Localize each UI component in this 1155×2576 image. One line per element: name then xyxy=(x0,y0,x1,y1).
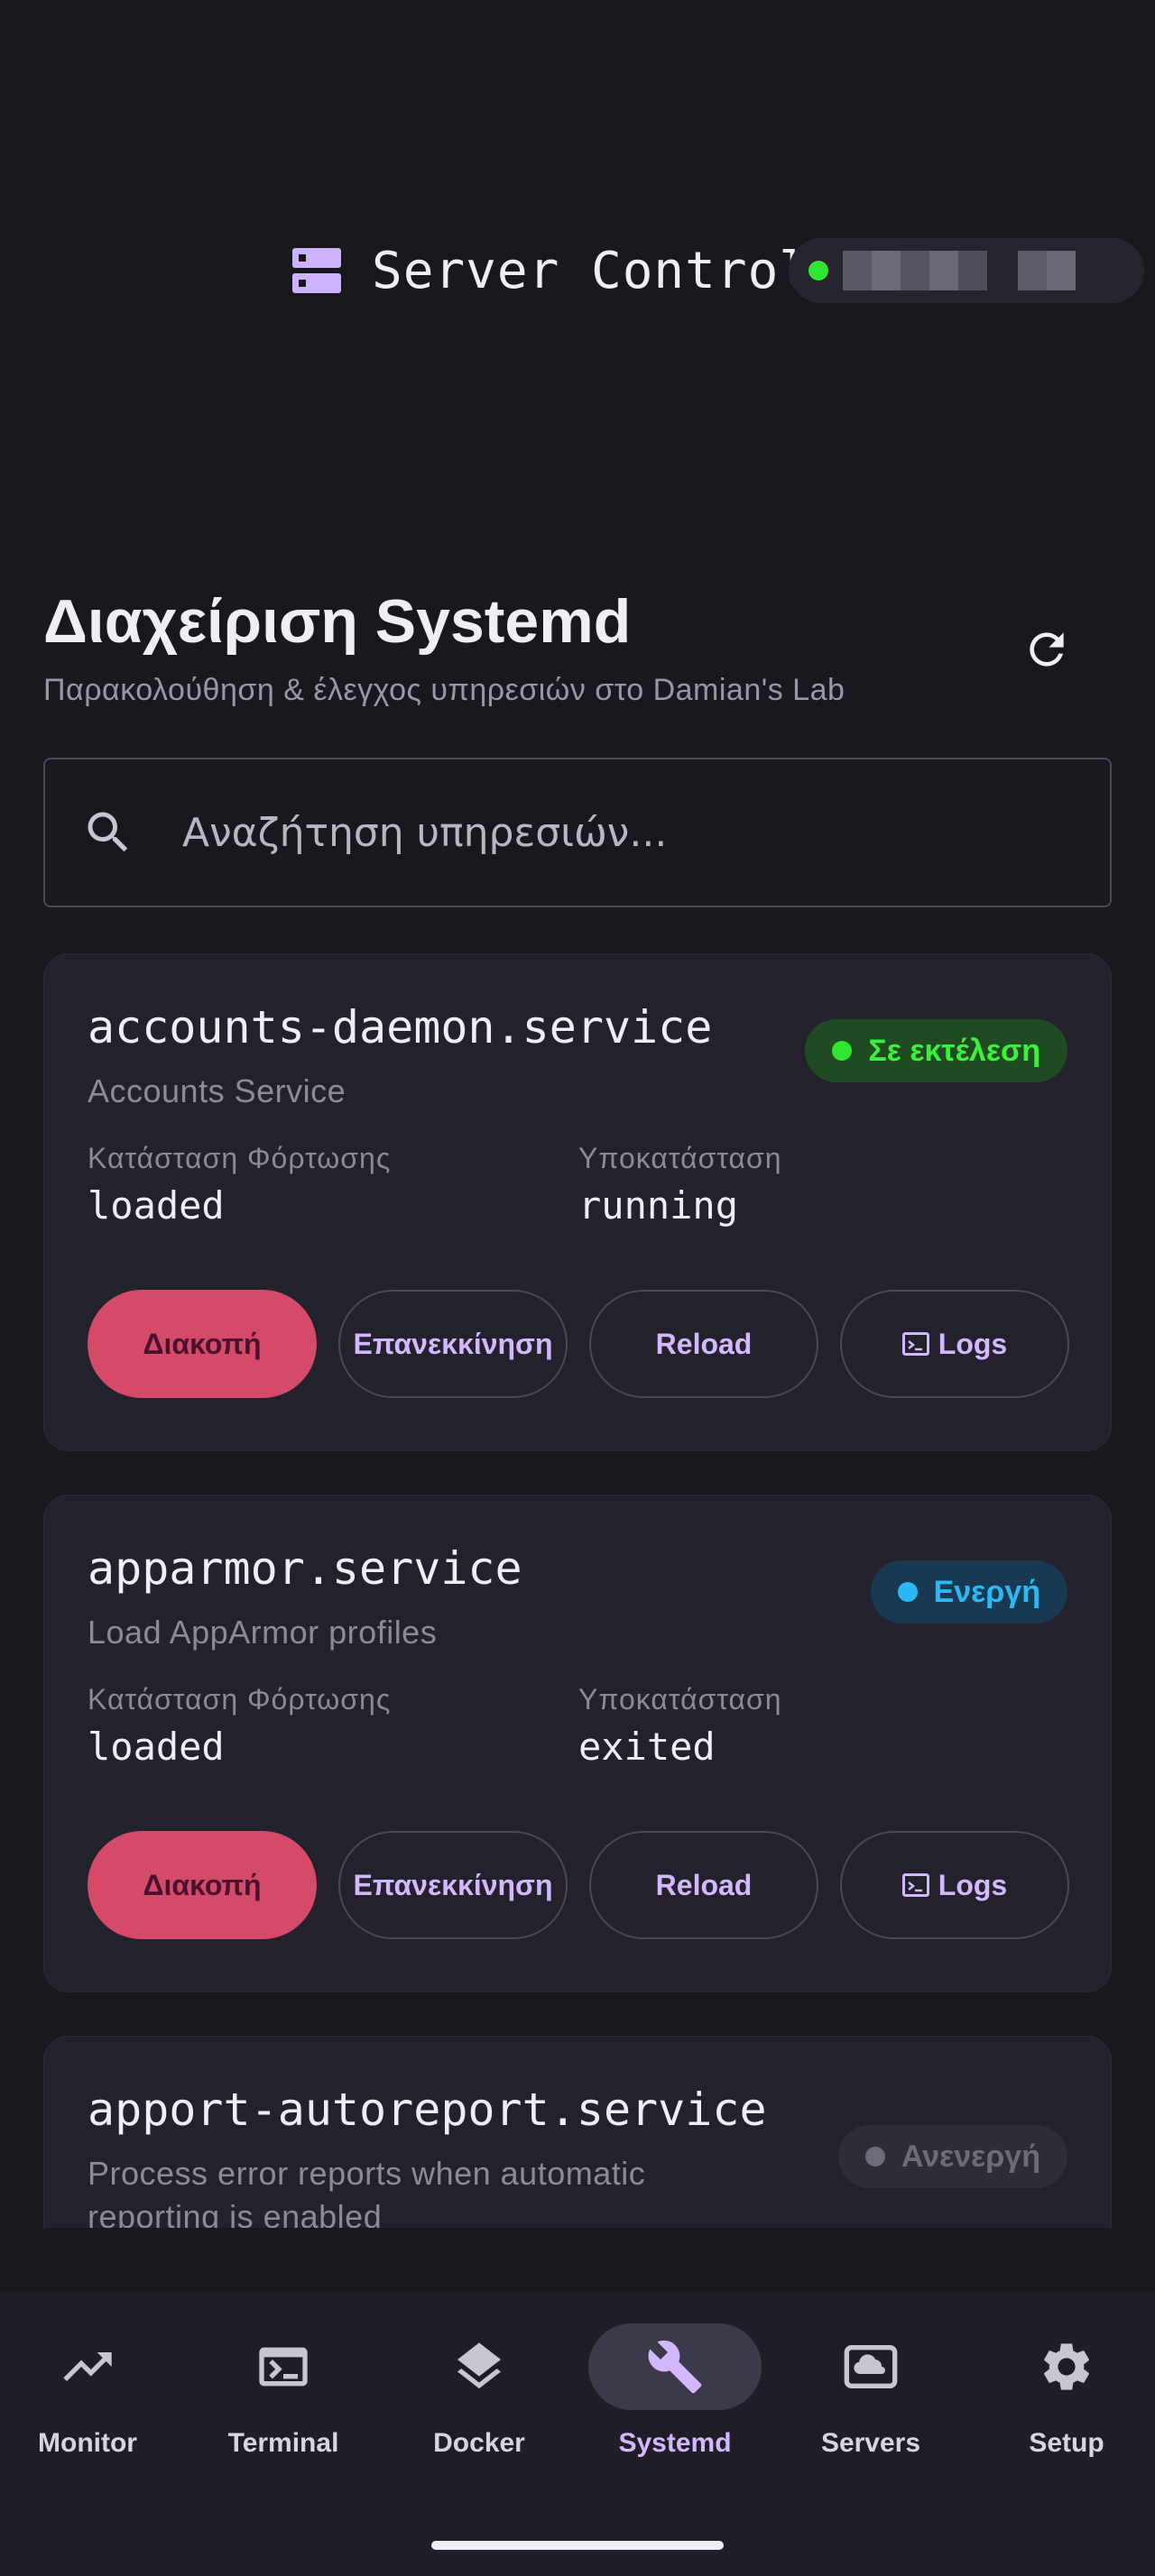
nav-item-servers[interactable]: Servers xyxy=(781,2323,961,2504)
search-icon xyxy=(88,812,128,852)
nav-pill-active xyxy=(588,2323,762,2410)
stop-button[interactable]: Διακοπή xyxy=(88,1290,317,1398)
status-badge: Ανενεργή xyxy=(837,2125,1067,2188)
restart-button[interactable]: Επανεκκίνηση xyxy=(338,1290,568,1398)
status-badge: Ενεργή xyxy=(870,1560,1067,1624)
search-input[interactable] xyxy=(182,809,994,856)
server-connection-selector[interactable] xyxy=(789,238,1144,303)
nav-pill xyxy=(197,2323,370,2410)
nav-label: Servers xyxy=(820,2428,921,2458)
status-label: Σε εκτέλεση xyxy=(868,1033,1040,1068)
status-dot xyxy=(832,1041,853,1061)
service-card: apparmor.service Load AppArmor profiles … xyxy=(43,1495,1112,1992)
logs-button[interactable]: Logs xyxy=(840,1831,1069,1939)
service-name: accounts-daemon.service xyxy=(88,1001,713,1053)
nav-item-terminal[interactable]: Terminal xyxy=(193,2323,374,2504)
page-subtitle: Παρακολούθηση & έλεγχος υπηρεσιών στο Da… xyxy=(43,673,845,707)
service-name: apparmor.service xyxy=(88,1542,522,1595)
service-description: Load AppArmor profiles xyxy=(88,1614,438,1651)
nav-label: Terminal xyxy=(227,2428,339,2458)
nav-pill xyxy=(980,2323,1153,2410)
sub-state-label: Υποκατάσταση xyxy=(578,1142,782,1174)
service-card: apport-autoreport.service Process error … xyxy=(43,2036,1112,2228)
page-title: Διαχείριση Systemd xyxy=(43,587,632,656)
service-description: Accounts Service xyxy=(88,1072,346,1109)
nav-item-monitor[interactable]: Monitor xyxy=(0,2323,178,2504)
load-state-label: Κατάσταση Φόρτωσης xyxy=(88,1683,392,1716)
home-indicator[interactable] xyxy=(431,2541,724,2550)
service-description: Process error reports when automatic rep… xyxy=(88,2155,646,2228)
refresh-button[interactable] xyxy=(1011,613,1083,685)
reload-button[interactable]: Reload xyxy=(589,1831,818,1939)
terminal-icon xyxy=(259,2347,308,2387)
nav-pill xyxy=(1,2323,174,2410)
redacted-server-address xyxy=(843,251,1076,290)
nav-label: Systemd xyxy=(618,2428,732,2458)
nav-pill xyxy=(784,2323,957,2410)
service-name: apport-autoreport.service xyxy=(88,2084,767,2136)
sub-state-value: exited xyxy=(578,1725,716,1769)
app-title: Server Control xyxy=(372,241,811,300)
service-card: accounts-daemon.service Accounts Service… xyxy=(43,953,1112,1451)
status-label: Ενεργή xyxy=(933,1574,1040,1609)
nav-label: Setup xyxy=(1029,2428,1104,2458)
gear-icon xyxy=(1044,2343,1089,2390)
logs-button-label: Logs xyxy=(938,1868,1008,1901)
bottom-navigation: Monitor Terminal Docker Systemd Servers xyxy=(0,2291,1155,2576)
cloud-server-icon xyxy=(844,2345,898,2388)
nav-item-docker[interactable]: Docker xyxy=(389,2323,569,2504)
sub-state-value: running xyxy=(578,1183,739,1228)
wrench-icon xyxy=(648,2340,702,2394)
app-brand: Server Control xyxy=(291,236,810,305)
load-state-label: Κατάσταση Φόρτωσης xyxy=(88,1142,392,1174)
service-actions: Διακοπή Επανεκκίνηση Reload Logs xyxy=(88,1831,1069,1939)
connection-status-dot xyxy=(808,261,828,281)
stop-button[interactable]: Διακοπή xyxy=(88,1831,317,1939)
service-list[interactable]: accounts-daemon.service Accounts Service… xyxy=(0,947,1155,2228)
nav-item-systemd[interactable]: Systemd xyxy=(585,2323,765,2504)
load-state-value: loaded xyxy=(88,1183,225,1228)
status-label: Ανενεργή xyxy=(901,2139,1040,2174)
nav-label: Docker xyxy=(433,2428,525,2458)
trending-up-icon xyxy=(63,2352,112,2381)
terminal-window-icon xyxy=(901,1873,929,1897)
service-actions: Διακοπή Επανεκκίνηση Reload Logs xyxy=(88,1290,1069,1398)
nav-item-setup[interactable]: Setup xyxy=(976,2323,1155,2504)
terminal-window-icon xyxy=(901,1332,929,1356)
load-state-value: loaded xyxy=(88,1725,225,1769)
sub-state-label: Υποκατάσταση xyxy=(578,1683,782,1716)
restart-button[interactable]: Επανεκκίνηση xyxy=(338,1831,568,1939)
reload-button[interactable]: Reload xyxy=(589,1290,818,1398)
server-icon xyxy=(292,248,341,293)
status-badge: Σε εκτέλεση xyxy=(805,1019,1067,1082)
status-dot xyxy=(864,2147,885,2167)
layers-icon xyxy=(457,2342,501,2389)
status-dot xyxy=(897,1582,918,1602)
logs-button-label: Logs xyxy=(938,1327,1008,1360)
logs-button[interactable]: Logs xyxy=(840,1290,1069,1398)
refresh-icon xyxy=(1030,632,1064,667)
nav-label: Monitor xyxy=(38,2428,137,2458)
search-field[interactable] xyxy=(43,758,1112,907)
top-app-bar: Server Control xyxy=(0,0,1155,541)
nav-pill xyxy=(393,2323,566,2410)
